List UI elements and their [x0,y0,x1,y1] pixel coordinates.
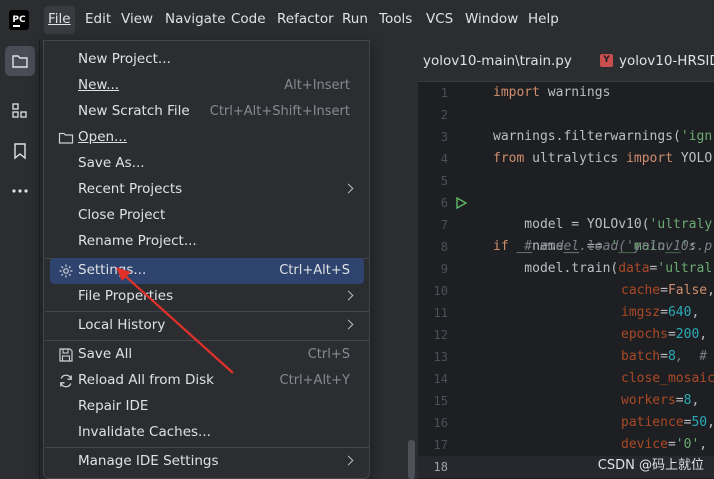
menu-item-new-scratch-file[interactable]: New Scratch File Ctrl+Alt+Shift+Insert [50,99,364,125]
code-line: 11 imgsz=640, [418,302,714,324]
main-menu-bar: PC File Edit View Navigate Code Refactor… [0,0,714,40]
menu-run[interactable]: Run [342,11,368,29]
project-scrollbar[interactable] [408,440,415,479]
code-line: 7 model = YOLOv10('ultraly [418,214,714,236]
file-menu-dropdown: New Project... New... Alt+Insert New Scra… [43,40,370,479]
menu-refactor[interactable]: Refactor [277,11,334,29]
line-number: 3 [440,130,448,144]
menu-edit[interactable]: Edit [85,11,111,29]
menu-item-new-project[interactable]: New Project... [50,47,364,73]
line-number: 13 [433,350,448,364]
submenu-arrow-icon [343,290,354,301]
tool-window-strip [0,40,40,479]
menu-item-repair-ide[interactable]: Repair IDE [50,394,364,420]
code-line: 6 if __name__ == '__main__': [418,192,714,254]
code-line: 17 device='0', [418,434,714,456]
menu-item-save-as[interactable]: Save As... [50,151,364,177]
code-line: 1 import warnings [418,82,714,104]
menu-help[interactable]: Help [528,11,559,29]
code-line: 8 # model.load('yolov10s.p [418,236,714,258]
line-number: 6 [440,196,448,210]
code-line: 5 [418,170,714,192]
menu-file[interactable]: File [44,6,75,34]
code-line: 15 workers=8, [418,390,714,412]
line-number: 10 [433,284,448,298]
run-gutter-icon[interactable] [455,197,467,209]
menu-item-rename-project[interactable]: Rename Project... [50,229,364,255]
code-editor[interactable]: 1 import warnings 2 3 warnings.filterwarni… [418,82,714,479]
menu-item-local-history[interactable]: Local History [50,313,364,339]
csdn-watermark: CSDN @码上就位 [597,458,704,473]
menu-item-settings[interactable]: Settings... Ctrl+Alt+S [50,258,364,284]
pycharm-logo-icon[interactable]: PC [9,10,29,30]
menu-separator [45,340,370,341]
line-number: 2 [440,108,448,122]
code-line: 3 warnings.filterwarnings('ign [418,126,714,148]
menu-item-reload-all[interactable]: Reload All from Disk Ctrl+Alt+Y [50,368,364,394]
code-line: 13 batch=8, # [418,346,714,368]
structure-icon [12,103,27,118]
code-line: 2 [418,104,714,126]
menu-vcs[interactable]: VCS [426,11,453,29]
code-line: 12 epochs=200, [418,324,714,346]
menu-item-open[interactable]: Open... [50,125,364,151]
structure-tool-button[interactable] [5,96,35,126]
menu-item-new[interactable]: New... Alt+Insert [50,73,364,99]
save-icon [59,348,73,362]
menu-separator [45,447,370,448]
line-number: 14 [433,372,448,386]
menu-item-close-project[interactable]: Close Project [50,203,364,229]
line-number: 11 [433,306,448,320]
line-number: 9 [440,262,448,276]
line-number: 1 [440,86,448,100]
menu-item-recent-projects[interactable]: Recent Projects [50,177,364,203]
code-line: 10cache=False, [418,280,714,302]
project-tool-button[interactable] [5,46,35,76]
line-number: 16 [433,416,448,430]
submenu-arrow-icon [343,183,354,194]
python-file-icon: Y [600,54,613,67]
menu-window[interactable]: Window [465,11,518,29]
code-line: 9 model.train(data='ultral [418,258,714,280]
menu-navigate[interactable]: Navigate [165,11,226,29]
menu-item-manage-ide-settings[interactable]: Manage IDE Settings [50,449,364,475]
submenu-arrow-icon [343,455,354,466]
line-number: 18 [433,460,448,474]
code-line: 16patience=50, [418,412,714,434]
bookmarks-tool-button[interactable] [5,136,35,166]
submenu-arrow-icon [343,319,354,330]
line-number: 8 [440,240,448,254]
menu-item-save-all[interactable]: Save All Ctrl+S [50,342,364,368]
line-number: 4 [440,152,448,166]
more-tools-button[interactable] [5,176,35,206]
gear-icon [59,264,73,278]
line-number: 17 [433,438,448,452]
code-line: 14 close_mosaic [418,368,714,390]
line-number: 15 [433,394,448,408]
menu-code[interactable]: Code [231,11,266,29]
menu-item-invalidate-caches[interactable]: Invalidate Caches... [50,420,364,446]
menu-item-file-properties[interactable]: File Properties [50,284,364,310]
tab-yolov10-hrsid[interactable]: yolov10-HRSID\ [619,53,714,69]
line-number: 5 [440,174,448,188]
bookmark-icon [14,143,26,160]
menu-separator [45,311,370,312]
menu-tools[interactable]: Tools [379,11,412,29]
menu-view[interactable]: View [121,11,153,29]
folder-icon [12,55,28,68]
more-icon [12,189,28,193]
folder-icon [58,132,74,144]
line-number: 12 [433,328,448,342]
reload-icon [60,374,72,388]
code-line: 4 from ultralytics import YOLO [418,148,714,170]
tab-train-py[interactable]: yolov10-main\train.py [423,53,572,69]
line-number: 7 [440,218,448,232]
